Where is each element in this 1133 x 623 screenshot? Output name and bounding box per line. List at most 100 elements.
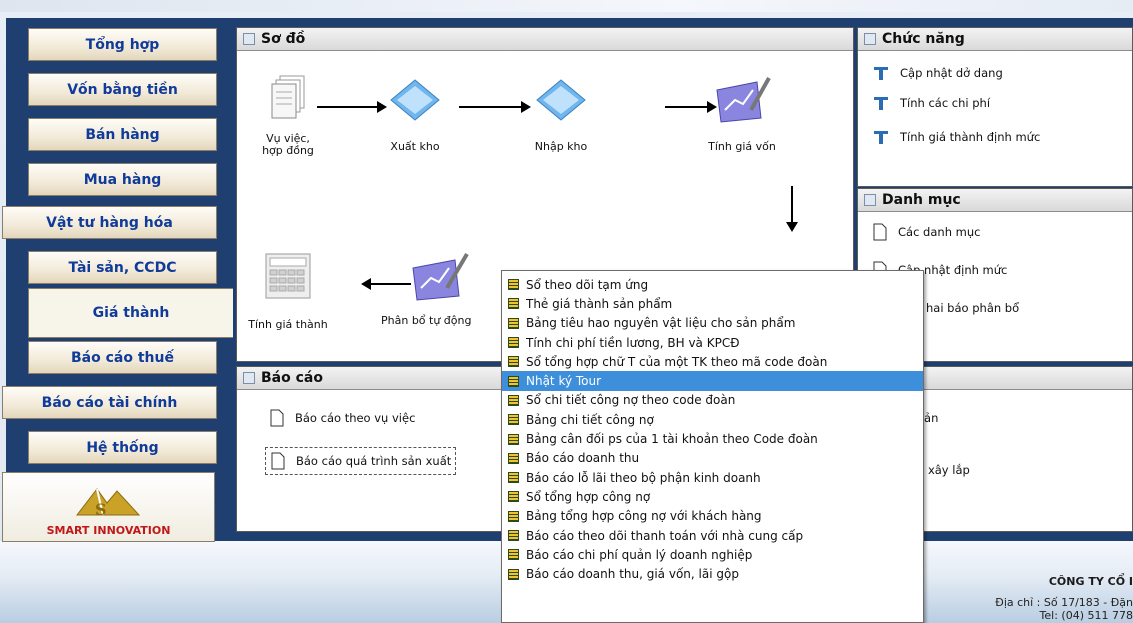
menu-item-selected[interactable]: Nhật ký Tour: [502, 371, 923, 391]
func-label: Tính các chi phí: [900, 96, 991, 110]
calculator-icon: [265, 253, 311, 299]
grid-icon: [508, 549, 519, 561]
func-tinh-gia-thanh-dinh-muc[interactable]: Tính giá thành định mức: [872, 128, 1040, 146]
diagram-title: Sơ đồ: [261, 31, 306, 47]
functions-panel: Chức năng Cập nhật dở dang Tính các chi …: [857, 27, 1133, 187]
node-label: Phân bổ tự động: [381, 314, 472, 327]
chart-pen-icon: [716, 77, 771, 123]
grid-icon: [508, 279, 519, 291]
panel-icon: [864, 194, 876, 206]
menu-item[interactable]: Bảng chi tiết công nợ: [502, 410, 923, 429]
menu-item[interactable]: Bảng tổng hợp công nợ với khách hàng: [502, 507, 923, 526]
logo-mark-icon: S: [75, 488, 141, 519]
node-label: Vụ việc, hợp đồng: [262, 132, 314, 157]
menu-item[interactable]: Sổ chi tiết công nợ theo code đoàn: [502, 391, 923, 410]
tab-ban-hang[interactable]: Bán hàng: [28, 118, 217, 151]
grid-icon: [508, 452, 519, 464]
menu-item-label: Sổ tổng hợp chữ T của một TK theo mã cod…: [526, 354, 828, 369]
menu-item-label: Bảng cân đối ps của 1 tài khoản theo Cod…: [526, 432, 818, 447]
grid-icon: [508, 298, 519, 310]
menu-item-label: Báo cáo theo dõi thanh toán với nhà cung…: [526, 528, 804, 543]
report-dropdown-menu: Sổ theo dõi tạm ứng Thẻ giá thành sản ph…: [501, 270, 924, 623]
tab-bao-cao-tai-chinh[interactable]: Báo cáo tài chính: [2, 386, 217, 419]
diagram-header: Sơ đồ: [237, 28, 853, 51]
grid-icon: [508, 510, 519, 522]
report-right-item[interactable]: n xây lắp: [917, 463, 970, 477]
menu-item-label: Báo cáo doanh thu, giá vốn, lãi gộp: [526, 567, 739, 582]
folder-icon: [536, 79, 586, 121]
cat-cac-danh-muc[interactable]: Các danh mục: [872, 223, 980, 241]
report-qua-trinh-san-xuat[interactable]: Báo cáo quá trình sản xuất: [265, 447, 457, 475]
grid-icon: [508, 317, 519, 329]
functions-title: Chức năng: [882, 31, 965, 47]
tab-mua-hang[interactable]: Mua hàng: [28, 163, 217, 196]
node-xuat-kho[interactable]: Xuất kho: [375, 74, 455, 153]
node-label: Tính giá vốn: [708, 140, 776, 153]
report-theo-vu-viec[interactable]: Báo cáo theo vụ việc: [269, 409, 415, 427]
grid-icon: [508, 375, 519, 387]
tab-tai-san-ccdc[interactable]: Tài sản, CCDC: [28, 251, 217, 284]
menu-item-label: Báo cáo doanh thu: [526, 451, 640, 466]
menu-item[interactable]: Sổ tổng hợp chữ T của một TK theo mã cod…: [502, 352, 923, 371]
menu-item-label: Bảng tiêu hao nguyên vật liệu cho sản ph…: [526, 316, 796, 331]
grid-icon: [508, 414, 519, 426]
chart-pen-icon: [412, 252, 469, 301]
panel-icon: [243, 372, 255, 384]
flow-arrow: [459, 101, 531, 113]
node-label: Tính giá thành: [248, 318, 328, 331]
panel-icon: [243, 33, 255, 45]
document-icon: [271, 452, 285, 470]
report-label: Báo cáo quá trình sản xuất: [296, 454, 452, 468]
grid-icon: [508, 472, 519, 484]
menu-item[interactable]: Sổ tổng hợp công nợ: [502, 487, 923, 506]
menu-item-label: Nhật ký Tour: [526, 374, 602, 389]
grid-icon: [508, 337, 519, 349]
node-label: Nhập kho: [534, 140, 588, 153]
menu-item-label: Báo cáo lỗ lãi theo bộ phận kinh doanh: [526, 470, 761, 485]
menu-item-label: Thẻ giá thành sản phẩm: [526, 296, 673, 311]
tab-vat-tu-hang-hoa[interactable]: Vật tư hàng hóa: [2, 206, 217, 239]
cat-khai-bao-phan-bo[interactable]: hai báo phân bổ: [926, 301, 1019, 315]
tab-von-bang-tien[interactable]: Vốn bằng tiền: [28, 73, 217, 106]
tab-bao-cao-thue[interactable]: Báo cáo thuế: [28, 341, 217, 374]
menu-item[interactable]: Báo cáo theo dõi thanh toán với nhà cung…: [502, 526, 923, 545]
menu-item[interactable]: Tính chi phí tiền lương, BH và KPCĐ: [502, 333, 923, 352]
company-info: CÔNG TY CỔ I Địa chỉ : Số 17/183 - Đặn T…: [995, 575, 1133, 622]
node-tinh-gia-von[interactable]: Tính giá vốn: [697, 70, 787, 153]
menu-item[interactable]: Bảng tiêu hao nguyên vật liệu cho sản ph…: [502, 314, 923, 333]
document-stack-icon: [271, 75, 305, 119]
company-address: Địa chỉ : Số 17/183 - Đặn: [995, 596, 1133, 609]
menu-item[interactable]: Sổ theo dõi tạm ứng: [502, 275, 923, 294]
node-vu-viec[interactable]: Vụ việc, hợp đồng: [243, 74, 333, 157]
grid-icon: [508, 394, 519, 406]
tab-gia-thanh[interactable]: Giá thành: [28, 288, 233, 338]
report-label: n xây lắp: [917, 463, 970, 477]
menu-item-label: Sổ tổng hợp công nợ: [526, 489, 651, 504]
func-label: Tính giá thành định mức: [900, 130, 1041, 144]
tab-tong-hop[interactable]: Tổng hợp: [28, 28, 217, 61]
catalog-title: Danh mục: [882, 192, 961, 208]
menu-item[interactable]: Thẻ giá thành sản phẩm: [502, 294, 923, 313]
menu-item-label: Tính chi phí tiền lương, BH và KPCĐ: [526, 335, 740, 350]
menu-item[interactable]: Báo cáo doanh thu, giá vốn, lãi gộp: [502, 564, 923, 583]
document-icon: [873, 223, 887, 241]
node-nhap-kho[interactable]: Nhập kho: [521, 74, 601, 153]
node-phan-bo-tu-dong[interactable]: Phân bổ tự động: [377, 246, 503, 327]
menu-item[interactable]: Báo cáo chi phí quản lý doanh nghiệp: [502, 545, 923, 564]
func-label: Cập nhật dở dang: [900, 66, 1003, 80]
menu-item[interactable]: Bảng cân đối ps của 1 tài khoản theo Cod…: [502, 429, 923, 448]
cat-label: Các danh mục: [898, 225, 981, 239]
menu-item-label: Sổ chi tiết công nợ theo code đoàn: [526, 393, 736, 408]
node-label: Xuất kho: [390, 140, 440, 153]
tool-icon: [874, 67, 888, 80]
menu-item[interactable]: Báo cáo lỗ lãi theo bộ phận kinh doanh: [502, 468, 923, 487]
menu-item[interactable]: Báo cáo doanh thu: [502, 449, 923, 468]
node-tinh-gia-thanh[interactable]: Tính giá thành: [243, 250, 333, 331]
menu-item-label: Bảng tổng hợp công nợ với khách hàng: [526, 509, 762, 524]
func-tinh-cac-chi-phi[interactable]: Tính các chi phí: [872, 94, 990, 112]
grid-icon: [508, 356, 519, 368]
tool-icon: [874, 97, 888, 110]
report-label: Báo cáo theo vụ việc: [295, 411, 416, 425]
tab-he-thong[interactable]: Hệ thống: [28, 431, 217, 464]
func-cap-nhat-do-dang[interactable]: Cập nhật dở dang: [872, 64, 1003, 82]
